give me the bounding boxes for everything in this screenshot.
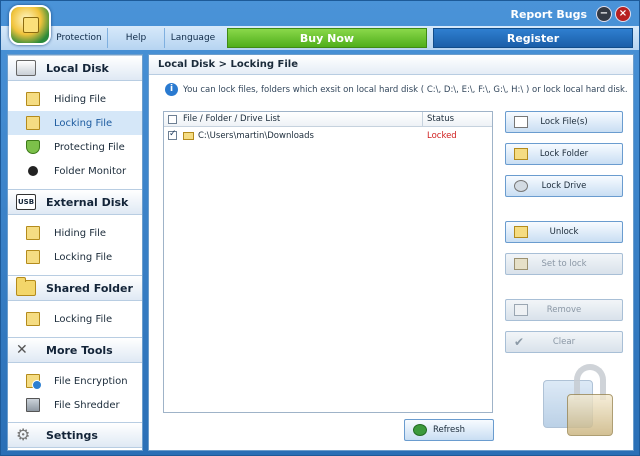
menu-help[interactable]: Help [108,28,165,48]
sidebar-item-label: Locking File [54,251,113,263]
lock-icon [514,258,528,270]
refresh-icon [413,424,427,436]
shredder-icon [26,398,40,412]
sidebar-item-external-hiding-file[interactable]: Hiding File [8,221,142,245]
unlock-icon [514,226,528,238]
minimize-button[interactable]: − [596,6,612,22]
menu-protection[interactable]: Protection [51,28,108,48]
monitor-dot-icon [28,166,38,176]
sidebar-section-more-tools[interactable]: ✕ More Tools [8,337,142,363]
button-label: Lock Drive [541,181,587,191]
button-label: Lock Folder [539,149,589,159]
lock-file-icon [26,116,40,130]
column-header-status[interactable]: Status [423,112,492,126]
info-message: i You can lock files, folders which exsi… [165,83,628,96]
gear-icon: ⚙ [16,425,31,444]
section-title: Local Disk [46,61,109,75]
app-window: Report Bugs − × Protection Help Language… [0,0,640,456]
sidebar-item-label: Folder Monitor [54,165,127,177]
lock-files-button[interactable]: Lock File(s) [505,111,623,133]
button-label: Clear [552,337,576,347]
sidebar: Local Disk Hiding File Locking File Prot… [7,54,143,451]
shield-icon [26,140,40,154]
button-label: Remove [546,305,582,315]
lock-file-icon [514,116,528,128]
clear-icon: ✔ [514,335,525,349]
button-label: Refresh [432,425,466,435]
padlock-illustration-icon [543,358,621,440]
usb-icon: USB [16,194,36,210]
sidebar-item-folder-monitor[interactable]: Folder Monitor [8,159,142,183]
column-header-path[interactable]: File / Folder / Drive List [164,112,423,126]
remove-icon [514,304,528,316]
lock-file-icon [26,312,40,326]
sidebar-item-external-locking-file[interactable]: Locking File [8,245,142,269]
column-header-status-label: Status [427,114,455,124]
close-button[interactable]: × [615,6,631,22]
sidebar-item-shared-locking-file[interactable]: Locking File [8,307,142,331]
buy-now-button[interactable]: Buy Now [227,28,427,48]
sidebar-item-label: Hiding File [54,93,107,105]
column-header-path-label: File / Folder / Drive List [183,114,281,124]
sidebar-item-file-encryption[interactable]: File Encryption [8,369,142,393]
row-status: Locked [427,130,457,141]
lock-file-icon [26,250,40,264]
section-title: More Tools [46,343,113,357]
refresh-button[interactable]: Refresh [404,419,494,441]
remove-button[interactable]: Remove [505,299,623,321]
sidebar-item-label: File Encryption [54,375,128,387]
app-logo-icon [9,5,51,45]
unlock-button[interactable]: Unlock [505,221,623,243]
drive-icon [514,180,528,192]
section-title: External Disk [46,195,129,209]
register-button[interactable]: Register [433,28,633,48]
lock-folder-icon [514,148,528,160]
main-panel: Local Disk > Locking File i You can lock… [148,54,634,451]
folder-icon [183,131,194,140]
clear-button[interactable]: ✔ Clear [505,331,623,353]
lock-folder-button[interactable]: Lock Folder [505,143,623,165]
sidebar-item-label: Locking File [54,117,113,129]
sidebar-item-hiding-file[interactable]: Hiding File [8,87,142,111]
menu-language[interactable]: Language [165,28,221,48]
sidebar-section-external-disk[interactable]: USB External Disk [8,189,142,215]
section-title: Settings [46,428,98,442]
sidebar-section-shared-folder[interactable]: Shared Folder [8,275,142,301]
sidebar-item-label: Locking File [54,313,113,325]
row-path: C:\Users\martin\Downloads [198,130,314,141]
report-bugs-link[interactable]: Report Bugs [510,8,587,21]
encryption-icon [26,374,42,390]
sidebar-item-locking-file[interactable]: Locking File [8,111,142,135]
sidebar-item-label: Protecting File [54,141,125,153]
sidebar-section-settings[interactable]: ⚙ Settings [8,422,142,448]
hide-file-icon [26,226,40,240]
info-icon: i [165,83,178,96]
hard-disk-icon [16,60,36,76]
section-title: Shared Folder [46,281,133,295]
row-checkbox[interactable] [168,129,177,140]
menu-bar: Protection Help Language [51,28,221,48]
sidebar-item-file-shredder[interactable]: File Shredder [8,393,142,417]
shared-folder-icon [16,277,36,296]
button-label: Lock File(s) [540,117,588,127]
button-label: Unlock [549,227,579,237]
breadcrumb: Local Disk > Locking File [149,55,633,75]
set-to-lock-button[interactable]: Set to lock [505,253,623,275]
info-text: You can lock files, folders which exsit … [183,84,628,95]
sidebar-section-local-disk[interactable]: Local Disk [8,55,142,81]
button-label: Set to lock [541,259,587,269]
lock-drive-button[interactable]: Lock Drive [505,175,623,197]
hide-file-icon [26,92,40,106]
table-header: File / Folder / Drive List Status [164,112,492,127]
tools-icon: ✕ [16,342,28,358]
select-all-checkbox[interactable] [168,114,177,124]
sidebar-item-label: Hiding File [54,227,107,239]
sidebar-item-label: File Shredder [54,399,120,411]
file-list-table[interactable]: File / Folder / Drive List Status C:\Use… [163,111,493,413]
table-row[interactable]: C:\Users\martin\Downloads Locked [164,127,492,144]
sidebar-item-protecting-file[interactable]: Protecting File [8,135,142,159]
